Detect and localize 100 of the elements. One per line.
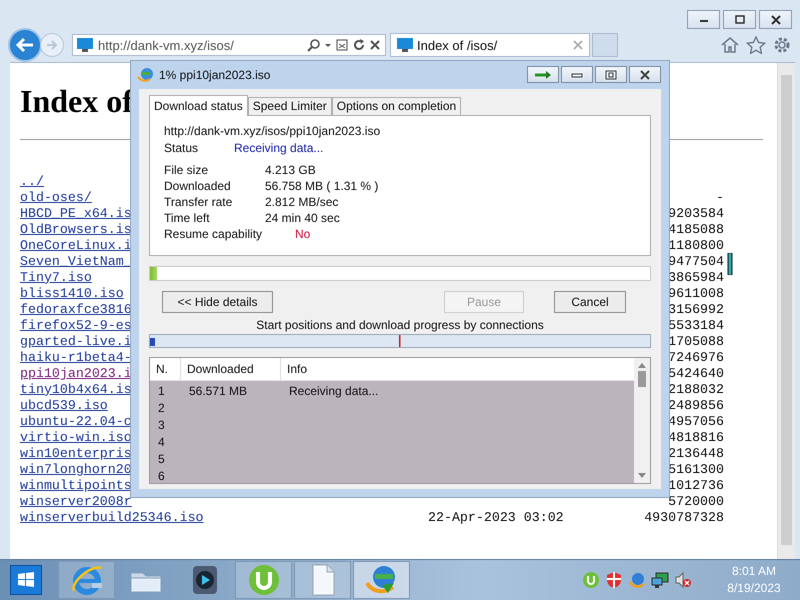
taskbar-app[interactable] <box>235 561 292 600</box>
send-to-tray-button[interactable] <box>527 66 559 84</box>
file-link[interactable]: win7longhorn20 <box>20 462 132 478</box>
speaker-muted-icon[interactable] <box>674 571 692 590</box>
file-size: 7246976 <box>668 350 724 366</box>
back-button[interactable] <box>8 28 42 62</box>
dialog-button[interactable]: Cancel <box>554 290 626 313</box>
field-value: No <box>295 226 310 242</box>
field-label: Downloaded <box>164 178 232 194</box>
text-cursor-icon <box>726 252 734 275</box>
arrow-icon <box>534 70 552 80</box>
file-size: 4957056 <box>668 414 724 430</box>
minimize-button[interactable] <box>561 66 593 84</box>
file-link[interactable]: winserverbuild25346.iso <box>20 510 204 526</box>
field-label: File size <box>164 162 210 178</box>
field-value: Receiving data... <box>234 140 324 156</box>
close-button[interactable] <box>629 66 661 84</box>
file-link[interactable]: ubuntu-22.04-c <box>20 414 132 430</box>
field-value: 4.213 GB <box>265 162 316 178</box>
dialog-button[interactable]: << Hide details <box>162 290 273 313</box>
file-size: 5161300 <box>668 462 724 478</box>
minimize-button[interactable] <box>687 10 720 29</box>
utorrent-icon <box>246 563 280 598</box>
file-link[interactable]: fedoraxfce3816 <box>20 302 132 318</box>
file-link[interactable]: winserver2008r <box>20 494 132 510</box>
clock-time: 8:01 AM <box>732 563 776 580</box>
dialog-title: 1% ppi10jan2023.iso <box>159 68 270 82</box>
star-icon[interactable] <box>746 36 766 54</box>
browser-tab[interactable]: Index of /isos/ <box>390 33 590 57</box>
download-url: http://dank-vm.xyz/isos/ppi10jan2023.iso <box>164 124 382 140</box>
field-label: Status <box>164 140 200 156</box>
taskbar-app[interactable] <box>353 561 410 600</box>
file-date: 22-Apr-2023 03:02 <box>428 510 565 526</box>
file-link[interactable]: ../ <box>20 174 44 190</box>
file-link[interactable]: win10enterpris <box>20 446 132 462</box>
scroll-down-icon[interactable] <box>638 472 646 479</box>
file-link[interactable]: Tiny7.iso <box>20 270 92 286</box>
page-heading: Index of <box>20 82 133 119</box>
file-size: 5720000 <box>668 494 724 510</box>
file-link[interactable]: OneCoreLinux.i <box>20 238 132 254</box>
field-label: Time left <box>164 210 211 226</box>
dialog-tab[interactable]: Options on completion <box>332 96 462 115</box>
network-icon[interactable] <box>651 571 669 590</box>
field-value: 56.758 MB ( 1.31 % ) <box>265 178 378 194</box>
file-link[interactable]: old-oses/ <box>20 190 92 206</box>
field-value: 2.812 MB/sec <box>265 194 338 210</box>
utorrent-icon[interactable] <box>582 571 600 590</box>
column-header[interactable]: Downloaded <box>181 358 281 380</box>
column-header[interactable]: Info <box>281 358 481 380</box>
file-size: 3865984 <box>668 270 724 286</box>
dialog-tab[interactable]: Download status <box>149 94 248 116</box>
refresh-icon[interactable] <box>352 38 366 52</box>
globe-arrow-icon[interactable] <box>628 571 646 590</box>
file-link[interactable]: virtio-win.iso <box>20 430 132 446</box>
field-value: 24 min 40 sec <box>265 210 340 226</box>
maximize-icon <box>734 14 746 24</box>
table-cell-text: 2 <box>157 400 166 417</box>
file-link[interactable]: Seven_VietNam_ <box>20 254 132 270</box>
start-button[interactable] <box>10 565 42 596</box>
scroll-thumb[interactable] <box>638 370 646 387</box>
close-icon <box>639 70 651 80</box>
monitor-icon <box>77 38 93 52</box>
windows-logo-icon <box>17 571 35 590</box>
home-icon[interactable] <box>720 36 740 54</box>
close-button[interactable] <box>759 10 792 29</box>
file-link[interactable]: tiny10b4x64.is <box>20 382 132 398</box>
maximize-button[interactable] <box>595 66 627 84</box>
file-size: 2489856 <box>668 398 724 414</box>
file-link[interactable]: bliss1410.iso <box>20 286 124 302</box>
compatibility-icon[interactable] <box>335 38 349 52</box>
file-link[interactable]: HBCD_PE_x64.is <box>20 206 132 222</box>
taskbar-app[interactable] <box>294 561 351 600</box>
maximize-icon <box>605 70 617 80</box>
shield-icon[interactable] <box>605 571 623 590</box>
file-link[interactable]: gparted-live.i <box>20 334 132 350</box>
address-field[interactable]: http://dank-vm.xyz/isos/ <box>72 34 386 56</box>
scrollbar[interactable] <box>634 358 650 483</box>
file-link[interactable]: haiku-r1beta4- <box>20 350 132 366</box>
file-link[interactable]: ppi10jan2023.i <box>20 366 132 382</box>
close-icon[interactable] <box>573 40 583 50</box>
scroll-up-icon[interactable] <box>638 362 646 368</box>
stop-icon[interactable] <box>369 38 381 52</box>
document-icon <box>310 563 336 598</box>
file-link[interactable]: OldBrowsers.is <box>20 222 132 238</box>
minimize-icon <box>571 72 583 78</box>
scroll-thumb[interactable] <box>781 74 792 545</box>
dialog-tab[interactable]: Speed Limiter <box>248 96 332 115</box>
maximize-button[interactable] <box>723 10 756 29</box>
file-link[interactable]: winmultipoints <box>20 478 132 494</box>
file-size: 5424640 <box>668 366 724 382</box>
file-size: 4818816 <box>668 430 724 446</box>
scrollbar[interactable] <box>777 62 795 560</box>
connections-label: Start positions and download progress by connections <box>255 316 545 333</box>
file-link[interactable]: firefox52-9-es <box>20 318 132 334</box>
settings-icon[interactable] <box>772 35 792 55</box>
search-icon[interactable] <box>307 38 321 52</box>
file-link[interactable]: ubcd539.iso <box>20 398 108 414</box>
column-header[interactable]: N. <box>150 358 181 380</box>
field-label: Resume capability <box>164 226 264 242</box>
globe-arrow-icon <box>137 66 155 83</box>
